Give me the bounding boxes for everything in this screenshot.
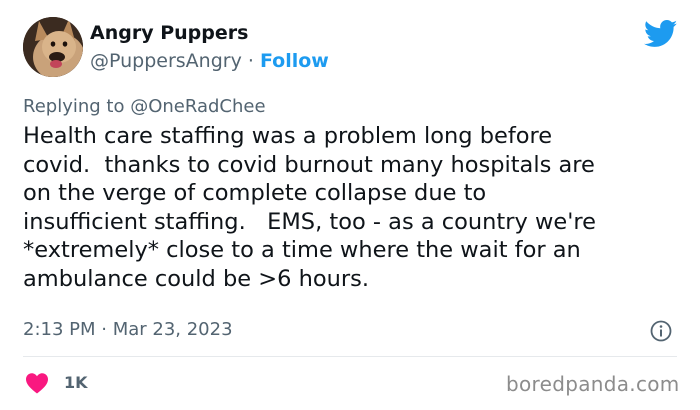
divider	[23, 356, 677, 357]
avatar[interactable]	[23, 17, 83, 77]
author-handle-line: @PuppersAngry · Follow	[90, 50, 329, 72]
handle-separator: ·	[241, 50, 260, 72]
watermark: boredpanda.com	[506, 372, 680, 396]
like-count[interactable]: 1K	[64, 373, 88, 392]
heart-icon[interactable]	[25, 372, 49, 394]
dog-avatar-image	[23, 17, 83, 77]
author-handle[interactable]: @PuppersAngry	[90, 50, 242, 72]
info-icon[interactable]	[650, 320, 672, 342]
display-name[interactable]: Angry Puppers	[90, 22, 248, 44]
tweet-timestamp[interactable]: 2:13 PM · Mar 23, 2023	[23, 319, 233, 340]
follow-button[interactable]: Follow	[260, 50, 329, 72]
tweet-text: Health care staffing was a problem long …	[23, 123, 597, 292]
reply-to-handle[interactable]: @OneRadChee	[130, 96, 265, 117]
replying-to-line: Replying to @OneRadChee	[23, 96, 266, 117]
replying-to-label: Replying to	[23, 96, 131, 117]
twitter-bird-icon[interactable]	[644, 20, 678, 48]
